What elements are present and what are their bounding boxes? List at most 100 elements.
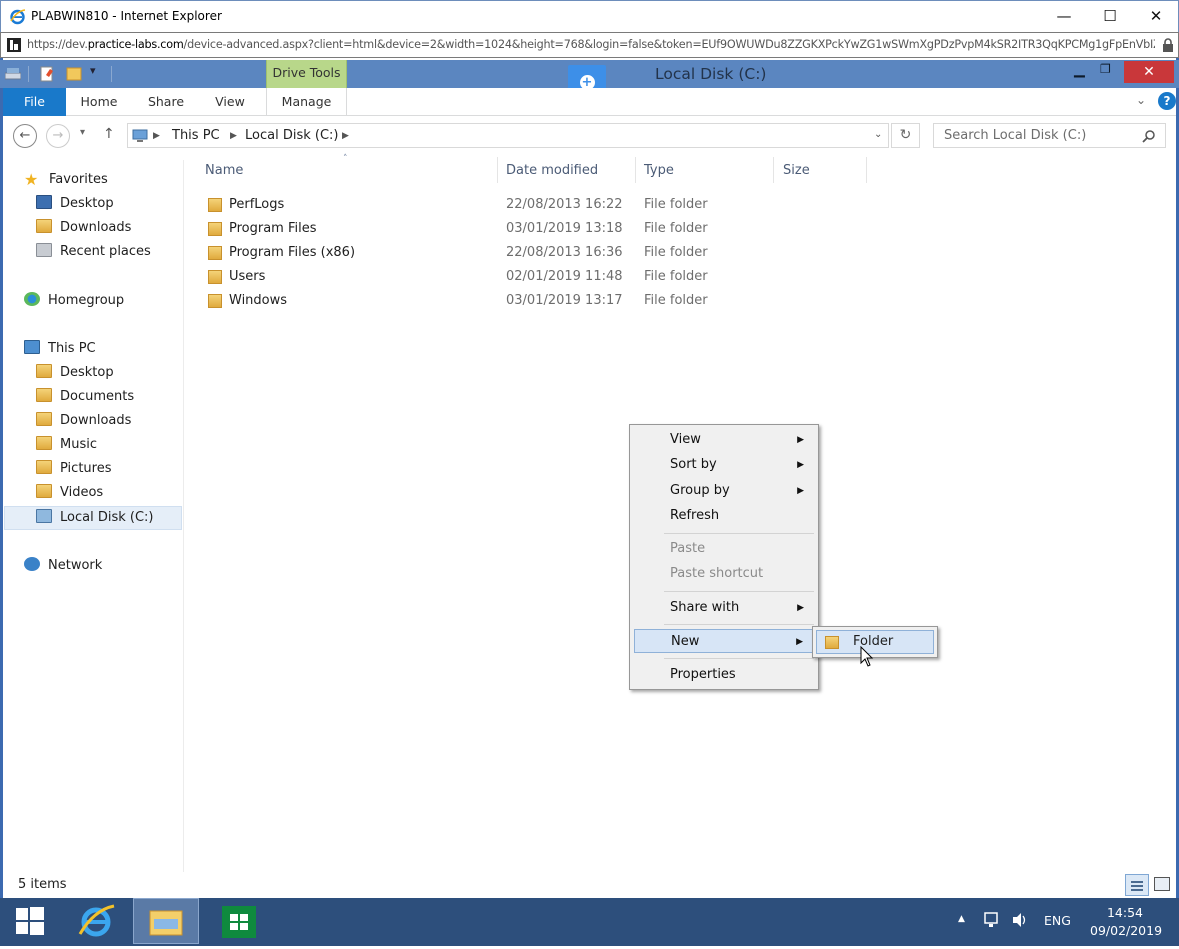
column-divider[interactable] — [635, 157, 636, 183]
clock[interactable]: 14:54 09/02/2019 — [1090, 905, 1162, 938]
column-divider[interactable] — [866, 157, 867, 183]
search-icon[interactable] — [1142, 129, 1156, 143]
url-text[interactable]: https://dev.practice-labs.com/device-adv… — [27, 38, 1155, 51]
forward-button[interactable]: → — [46, 124, 70, 148]
maximize-button[interactable]: ☐ — [1087, 1, 1133, 32]
menu-item-group-by[interactable]: Group by ▶ — [634, 479, 814, 503]
large-icons-view-icon[interactable] — [1154, 877, 1170, 891]
ribbon-expand-icon[interactable]: ⌄ — [1136, 93, 1146, 107]
address-dropdown-icon[interactable]: ⌄ — [874, 129, 882, 140]
downloads-icon — [36, 219, 52, 233]
volume-icon[interactable] — [1011, 912, 1029, 928]
start-button[interactable] — [0, 898, 64, 944]
store-icon — [222, 906, 256, 938]
breadcrumb-bar[interactable]: ▶ This PC ▶ Local Disk (C:) ▶ ⌄ — [127, 123, 889, 148]
column-name[interactable]: Name — [205, 163, 243, 185]
folder-icon — [36, 436, 52, 450]
column-size[interactable]: Size — [783, 163, 810, 185]
file-row[interactable]: Users 02/01/2019 11:48 File folder — [206, 265, 866, 289]
explorer-minimize-button[interactable]: ▁ — [1074, 62, 1090, 78]
menu-item-view[interactable]: View ▶ — [634, 428, 814, 452]
sort-ascending-icon: ˄ — [343, 154, 348, 164]
taskbar-store-button[interactable] — [204, 898, 268, 944]
file-row[interactable]: Program Files 03/01/2019 13:18 File folder — [206, 217, 866, 241]
help-icon[interactable]: ? — [1158, 92, 1176, 110]
nav-network[interactable]: Network — [24, 555, 102, 577]
nav-pc-videos[interactable]: Videos — [36, 482, 103, 504]
nav-label: Documents — [60, 389, 135, 404]
explorer-close-button[interactable]: ✕ — [1124, 61, 1174, 83]
nav-fav-recent[interactable]: Recent places — [36, 241, 151, 263]
nav-pc-desktop[interactable]: Desktop — [36, 362, 114, 384]
file-date: 03/01/2019 13:17 — [506, 293, 623, 308]
tab-view[interactable]: View — [206, 88, 254, 116]
column-type[interactable]: Type — [644, 163, 674, 185]
menu-label: Paste shortcut — [670, 566, 764, 581]
taskbar-ie-button[interactable] — [64, 898, 128, 944]
show-hidden-icons-button[interactable]: ▲ — [958, 914, 965, 924]
search-input[interactable]: Search Local Disk (C:) — [933, 123, 1166, 148]
file-name: Program Files (x86) — [229, 245, 356, 260]
network-status-icon[interactable] — [983, 911, 1003, 929]
nav-pc-local-disk[interactable]: Local Disk (C:) — [36, 507, 153, 529]
breadcrumb-this-pc[interactable]: This PC — [172, 128, 220, 143]
nav-label: Videos — [60, 485, 104, 500]
menu-item-new[interactable]: New ▶ — [634, 629, 814, 653]
folder-icon — [36, 364, 52, 378]
back-button[interactable]: ← — [13, 124, 37, 148]
file-row[interactable]: Program Files (x86) 22/08/2013 16:36 File … — [206, 241, 866, 265]
menu-item-refresh[interactable]: Refresh — [634, 504, 814, 528]
refresh-button[interactable]: ↻ — [891, 123, 920, 148]
nav-fav-downloads[interactable]: Downloads — [36, 217, 131, 239]
menu-item-paste-shortcut[interactable]: Paste shortcut — [634, 562, 814, 586]
close-button[interactable]: ✕ — [1133, 1, 1179, 32]
file-row[interactable]: Windows 03/01/2019 13:17 File folder — [206, 289, 866, 313]
customize-toolbar-icon[interactable]: ▾ — [90, 64, 96, 77]
file-date: 22/08/2013 16:22 — [506, 197, 623, 212]
nav-this-pc[interactable]: This PC — [24, 338, 96, 360]
submenu-arrow-icon: ▶ — [797, 435, 804, 445]
taskbar-explorer-button[interactable] — [133, 898, 199, 944]
windows-logo-icon — [16, 907, 44, 935]
menu-label: Share with — [670, 600, 740, 615]
new-folder-icon[interactable] — [66, 65, 82, 82]
star-icon: ★ — [24, 170, 39, 189]
explorer-restore-button[interactable]: ❐ — [1100, 62, 1116, 76]
menu-item-paste[interactable]: Paste — [634, 537, 814, 561]
file-row[interactable]: PerfLogs 22/08/2013 16:22 File folder — [206, 193, 866, 217]
file-name: Program Files — [229, 221, 317, 236]
nav-pc-documents[interactable]: Documents — [36, 386, 134, 408]
folder-icon — [208, 198, 222, 212]
nav-homegroup[interactable]: Homegroup — [24, 290, 124, 312]
menu-item-share-with[interactable]: Share with ▶ — [634, 596, 814, 620]
breadcrumb-local-disk[interactable]: Local Disk (C:) — [245, 128, 338, 143]
tab-manage[interactable]: Manage — [266, 88, 347, 116]
tab-home[interactable]: Home — [73, 88, 125, 116]
nav-favorites[interactable]: ★ Favorites — [24, 169, 108, 191]
tab-share[interactable]: Share — [139, 88, 193, 116]
column-divider[interactable] — [497, 157, 498, 183]
tab-file[interactable]: File — [3, 88, 66, 116]
up-button[interactable]: ↑ — [103, 126, 115, 142]
menu-label: Sort by — [670, 457, 717, 472]
menu-item-properties[interactable]: Properties — [634, 663, 814, 687]
explorer-title: Local Disk (C:) — [655, 65, 767, 83]
minimize-button[interactable]: — — [1041, 1, 1087, 32]
breadcrumb-separator: ▶ — [230, 131, 237, 141]
column-divider[interactable] — [773, 157, 774, 183]
details-view-icon[interactable] — [1125, 874, 1149, 896]
input-language[interactable]: ENG — [1044, 913, 1071, 928]
nav-fav-desktop[interactable]: Desktop — [36, 193, 114, 215]
internet-explorer-icon — [78, 904, 115, 937]
file-type: File folder — [644, 293, 708, 308]
address-bar[interactable]: https://dev.practice-labs.com/device-adv… — [0, 32, 1179, 58]
folder-icon — [208, 222, 222, 236]
menu-item-sort-by[interactable]: Sort by ▶ — [634, 453, 814, 477]
recent-locations-button[interactable]: ▾ — [80, 127, 85, 138]
nav-pc-music[interactable]: Music — [36, 434, 97, 456]
nav-pc-pictures[interactable]: Pictures — [36, 458, 111, 480]
submenu-arrow-icon: ▶ — [797, 603, 804, 613]
nav-pc-downloads[interactable]: Downloads — [36, 410, 131, 432]
column-date-modified[interactable]: Date modified — [506, 163, 598, 185]
properties-icon[interactable] — [40, 65, 56, 82]
